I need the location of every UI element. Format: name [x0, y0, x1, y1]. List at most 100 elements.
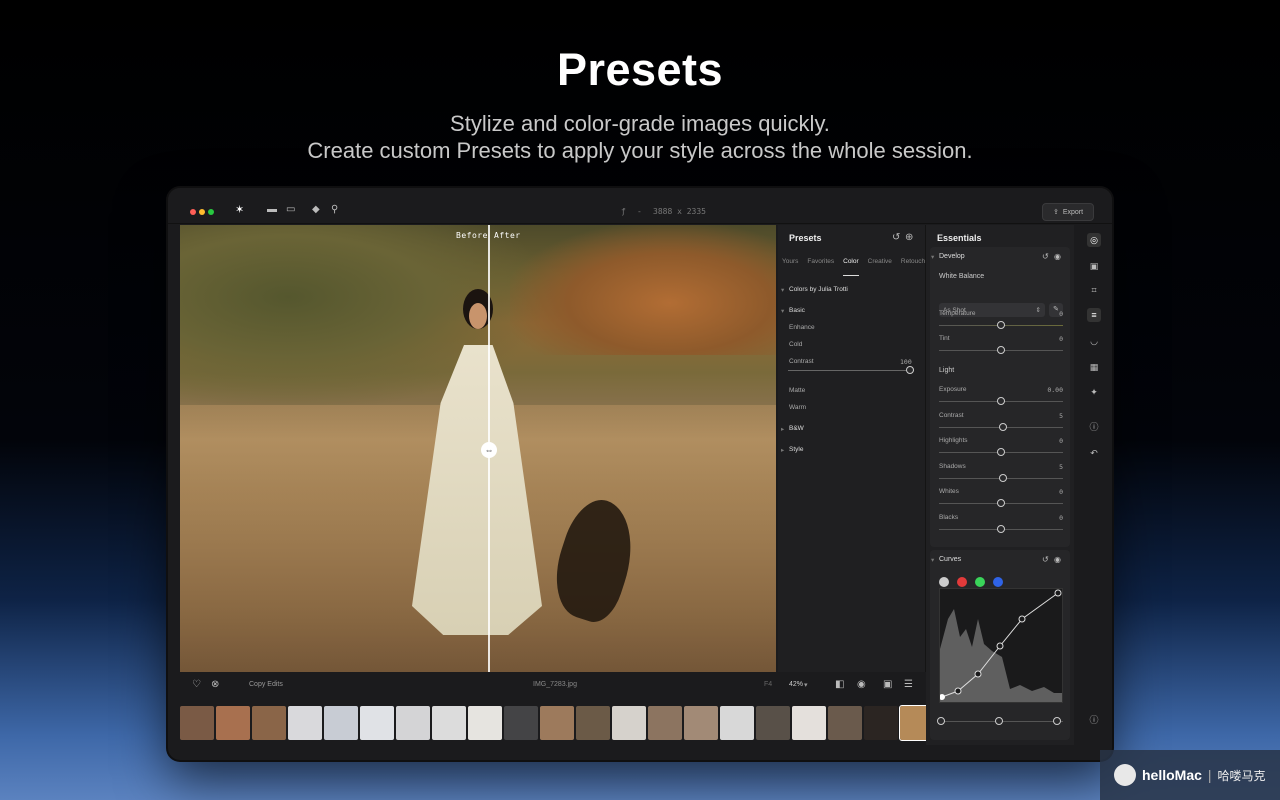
curves-range-knob-left[interactable] — [937, 717, 945, 725]
eraser-icon[interactable]: ◆ — [312, 205, 320, 215]
tab-retouch[interactable]: Retouch — [901, 258, 925, 276]
preset-contrast[interactable]: Contrast — [789, 358, 814, 365]
zoom-window-button[interactable] — [208, 209, 214, 215]
curves-range-slider[interactable] — [937, 704, 1063, 730]
sparkle-icon[interactable]: ✶ — [235, 205, 244, 216]
tint-knob[interactable] — [997, 346, 1005, 354]
crop-icon[interactable]: ⌗ — [1087, 283, 1101, 297]
thumbnail[interactable] — [324, 706, 358, 740]
reset-icon[interactable]: ↺ — [1042, 252, 1049, 262]
thumbnail[interactable] — [180, 706, 214, 740]
thumbnail[interactable] — [576, 706, 610, 740]
presets-tool-icon[interactable]: ◎ — [1087, 233, 1101, 247]
preview-eye-icon[interactable]: ◉ — [857, 679, 866, 690]
curves-range-knob-right[interactable] — [1053, 717, 1061, 725]
group-style[interactable]: Style — [789, 446, 803, 453]
group-basic[interactable]: Basic — [789, 307, 805, 314]
preset-matte[interactable]: Matte — [789, 387, 805, 394]
folder-icon[interactable]: ▬ — [267, 205, 277, 215]
tab-favorites[interactable]: Favorites — [807, 258, 834, 276]
reset-icon[interactable]: ↺ — [1042, 555, 1049, 565]
thumbnail[interactable] — [216, 706, 250, 740]
curves-graph[interactable] — [940, 589, 1063, 703]
mask-icon[interactable]: ◡ — [1087, 334, 1101, 348]
curve-point[interactable] — [1054, 589, 1062, 597]
tab-creative[interactable]: Creative — [868, 258, 892, 276]
zoom-level[interactable]: 42% — [789, 681, 803, 688]
zoom-icon[interactable]: ⚲ — [331, 205, 338, 215]
curve-point[interactable] — [954, 687, 962, 695]
compare-icon[interactable]: ◧ — [835, 679, 844, 690]
curve-point[interactable] — [974, 670, 982, 678]
close-window-button[interactable] — [190, 209, 196, 215]
preset-enhance[interactable]: Enhance — [789, 324, 815, 331]
history-icon[interactable]: ↶ — [1087, 446, 1101, 460]
retouch-icon[interactable]: ✦ — [1087, 385, 1101, 399]
temperature-knob[interactable] — [997, 321, 1005, 329]
thumbnail[interactable] — [648, 706, 682, 740]
develop-title[interactable]: Develop — [939, 253, 965, 260]
curves-title[interactable]: Curves — [939, 556, 961, 563]
whites-slider[interactable]: Whites 0 — [939, 486, 1063, 512]
thumbnail[interactable] — [360, 706, 394, 740]
curve-point[interactable] — [996, 642, 1004, 650]
reject-icon[interactable]: ⊗ — [211, 679, 219, 690]
curve-channel-blue[interactable] — [993, 577, 1003, 587]
preset-amount-slider[interactable] — [788, 370, 914, 371]
contrast-slider[interactable]: Contrast 5 — [939, 410, 1063, 436]
shadows-slider[interactable]: Shadows 5 — [939, 461, 1063, 487]
photo-viewer[interactable]: ⇔ Before After — [180, 225, 776, 672]
thumbnail[interactable] — [432, 706, 466, 740]
adjust-tool-icon[interactable]: ▣ — [1087, 259, 1101, 273]
thumbnail[interactable] — [396, 706, 430, 740]
preset-warm[interactable]: Warm — [789, 404, 806, 411]
layers-icon[interactable]: ▦ — [1087, 360, 1101, 374]
thumbnail[interactable] — [504, 706, 538, 740]
thumbnail[interactable] — [828, 706, 862, 740]
thumbnail[interactable] — [792, 706, 826, 740]
reset-icon[interactable]: ↺ — [892, 233, 900, 243]
thumbnail[interactable] — [252, 706, 286, 740]
blacks-knob[interactable] — [997, 524, 1005, 533]
tint-slider[interactable]: Tint 0 — [939, 333, 1063, 359]
visibility-eye-icon[interactable]: ◉ — [1054, 252, 1061, 262]
thumbnail[interactable] — [684, 706, 718, 740]
thumbnail[interactable] — [612, 706, 646, 740]
image-view-icon[interactable]: ▣ — [883, 679, 892, 690]
group-bw[interactable]: B&W — [789, 425, 804, 432]
contrast-knob[interactable] — [999, 422, 1008, 431]
temperature-slider[interactable]: Temperature 0 — [939, 308, 1063, 334]
before-after-handle[interactable]: ⇔ — [481, 442, 497, 458]
group-julia-trotti[interactable]: Colors by Julia Trotti — [789, 286, 848, 293]
curve-channel-green[interactable] — [975, 577, 985, 587]
highlights-slider[interactable]: Highlights 0 — [939, 435, 1063, 461]
shadows-knob[interactable] — [999, 473, 1008, 482]
sliders-icon[interactable]: ≡ — [1087, 308, 1101, 322]
export-button[interactable]: ⇪ Export — [1042, 203, 1094, 221]
zoom-chevron-icon[interactable]: ▾ — [804, 681, 808, 689]
thumbnail[interactable] — [864, 706, 898, 740]
thumbnail[interactable] — [720, 706, 754, 740]
thumbnail[interactable] — [468, 706, 502, 740]
tab-color[interactable]: Color — [843, 258, 859, 276]
visibility-eye-icon[interactable]: ◉ — [1054, 555, 1061, 565]
curve-channel-red[interactable] — [957, 577, 967, 587]
whites-knob[interactable] — [997, 499, 1005, 507]
preset-amount-knob[interactable] — [906, 366, 914, 374]
preset-cold[interactable]: Cold — [789, 341, 802, 348]
copy-edits-button[interactable]: Copy Edits — [249, 681, 283, 688]
thumbnail[interactable] — [540, 706, 574, 740]
info-icon[interactable]: ⓘ — [1087, 420, 1101, 434]
add-preset-icon[interactable]: ⊕ — [905, 233, 913, 243]
help-icon[interactable]: ⓘ — [1087, 713, 1101, 727]
gallery-icon[interactable]: ▭ — [286, 205, 295, 215]
favorite-heart-icon[interactable]: ♡ — [192, 679, 201, 690]
thumbnail[interactable] — [756, 706, 790, 740]
curves-range-knob-mid[interactable] — [995, 717, 1003, 725]
highlights-knob[interactable] — [997, 448, 1005, 456]
exposure-slider[interactable]: Exposure 0.00 — [939, 384, 1063, 410]
thumbnail[interactable] — [288, 706, 322, 740]
curves-editor[interactable] — [939, 588, 1063, 703]
exposure-knob[interactable] — [997, 397, 1005, 405]
blacks-slider[interactable]: Blacks 0 — [939, 512, 1063, 538]
